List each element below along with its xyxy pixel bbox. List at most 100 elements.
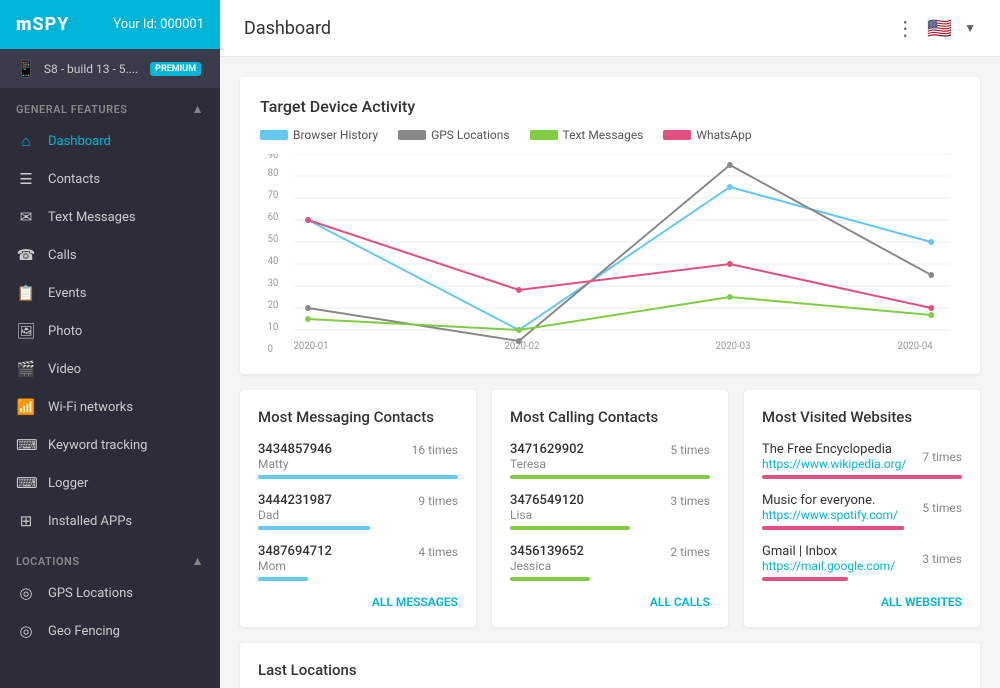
- sidebar-item-label: Installed APPs: [48, 514, 132, 529]
- sidebar-item-events[interactable]: 📋 Events: [0, 274, 220, 312]
- svg-text:0: 0: [268, 344, 273, 354]
- sidebar-item-dashboard[interactable]: ⌂ Dashboard: [0, 122, 220, 160]
- website-meta: Gmail | Inbox https://mail.google.com/ 3…: [762, 544, 962, 573]
- chart-area: 0 10 20 30 40 50 60 70 80 90: [260, 154, 960, 354]
- sidebar-item-calls[interactable]: ☎ Calls: [0, 236, 220, 274]
- progress-bar: [258, 526, 370, 530]
- contact-count: 2 times: [670, 545, 710, 559]
- contact-meta: 3456139652 2 times: [510, 544, 710, 559]
- all-websites-link[interactable]: ALL WEBSITES: [762, 595, 962, 609]
- progress-bar: [258, 475, 458, 479]
- sidebar-item-gps[interactable]: ◎ GPS Locations: [0, 574, 220, 612]
- contact-item: 3487694712 4 times Mom: [258, 544, 458, 581]
- language-dropdown-icon[interactable]: ▼: [964, 21, 976, 35]
- chart-title: Target Device Activity: [260, 97, 960, 116]
- sidebar-item-text-messages[interactable]: ✉ Text Messages: [0, 198, 220, 236]
- contact-name: Matty: [258, 457, 458, 471]
- svg-text:20: 20: [268, 300, 279, 311]
- svg-text:2020-01: 2020-01: [294, 341, 329, 352]
- contact-number: 3487694712: [258, 544, 332, 559]
- sidebar-item-label: Events: [48, 286, 86, 301]
- contact-number: 3471629902: [510, 442, 584, 457]
- logo: mSPY: [16, 14, 69, 35]
- sidebar-item-logger[interactable]: ⌨ Logger: [0, 464, 220, 502]
- contact-count: 3 times: [670, 494, 710, 508]
- sidebar-item-contacts[interactable]: ☰ Contacts: [0, 160, 220, 198]
- contact-name: Mom: [258, 559, 458, 573]
- sidebar-item-label: Geo Fencing: [48, 624, 120, 639]
- messaging-card-title: Most Messaging Contacts: [258, 408, 458, 426]
- home-icon: ⌂: [16, 132, 36, 150]
- chart-legend: Browser History GPS Locations Text Messa…: [260, 128, 960, 142]
- svg-text:70: 70: [268, 190, 279, 201]
- apps-icon: ⊞: [16, 512, 36, 530]
- sidebar-item-geo-fencing[interactable]: ◎ Geo Fencing: [0, 612, 220, 650]
- all-calls-link[interactable]: ALL CALLS: [510, 595, 710, 609]
- topbar: Dashboard ⋮ 🇺🇸 ▼: [220, 0, 1000, 57]
- contact-item: 3434857946 16 times Matty: [258, 442, 458, 479]
- svg-text:2020-03: 2020-03: [715, 341, 750, 352]
- legend-whatsapp: WhatsApp: [663, 128, 751, 142]
- all-messages-link[interactable]: ALL MESSAGES: [258, 595, 458, 609]
- sidebar-item-photo[interactable]: 🖼 Photo: [0, 312, 220, 350]
- main: Dashboard ⋮ 🇺🇸 ▼ Target Device Activity …: [220, 0, 1000, 688]
- sidebar-item-label: Keyword tracking: [48, 438, 148, 453]
- contact-number: 3476549120: [510, 493, 584, 508]
- legend-label-whatsapp: WhatsApp: [696, 128, 751, 142]
- contacts-icon: ☰: [16, 170, 36, 188]
- locations-label: LOCATIONS ▲: [0, 540, 220, 574]
- last-locations-card: Last Locations: [240, 643, 980, 688]
- website-title: Gmail | Inbox: [762, 544, 895, 559]
- contact-item: 3444231987 9 times Dad: [258, 493, 458, 530]
- most-messaging-card: Most Messaging Contacts 3434857946 16 ti…: [240, 390, 476, 627]
- most-visited-card: Most Visited Websites The Free Encyclope…: [744, 390, 980, 627]
- contact-count: 9 times: [418, 494, 458, 508]
- user-id: Your Id: 000001: [113, 17, 204, 32]
- svg-text:80: 80: [268, 168, 279, 179]
- sidebar-item-keyword-tracking[interactable]: ⌨ Keyword tracking: [0, 426, 220, 464]
- legend-gps: GPS Locations: [398, 128, 509, 142]
- contact-item: 3456139652 2 times Jessica: [510, 544, 710, 581]
- sidebar-item-label: Calls: [48, 248, 77, 263]
- svg-text:2020-02: 2020-02: [505, 341, 540, 352]
- content-area: Target Device Activity Browser History G…: [220, 57, 1000, 688]
- device-name: S8 - build 13 - 5....: [44, 62, 138, 76]
- website-meta: The Free Encyclopedia https://www.wikipe…: [762, 442, 962, 471]
- chevron-up-icon: ▲: [192, 102, 204, 116]
- sidebar-item-label: Contacts: [48, 172, 100, 187]
- website-meta: Music for everyone. https://www.spotify.…: [762, 493, 962, 522]
- logger-icon: ⌨: [16, 474, 36, 492]
- svg-text:2020-04: 2020-04: [898, 341, 933, 352]
- more-options-button[interactable]: ⋮: [895, 16, 915, 40]
- video-icon: 🎬: [16, 360, 36, 378]
- sidebar-item-label: Dashboard: [48, 134, 111, 149]
- contact-name: Teresa: [510, 457, 710, 471]
- sidebar-item-wifi[interactable]: 📶 Wi-Fi networks: [0, 388, 220, 426]
- progress-bar: [510, 577, 590, 581]
- legend-color-text: [530, 130, 558, 140]
- sidebar-item-label: Photo: [48, 324, 82, 339]
- language-flag[interactable]: 🇺🇸: [927, 16, 952, 40]
- stats-cards-row: Most Messaging Contacts 3434857946 16 ti…: [240, 390, 980, 627]
- svg-text:10: 10: [268, 322, 279, 333]
- sidebar-item-video[interactable]: 🎬 Video: [0, 350, 220, 388]
- legend-label-gps: GPS Locations: [431, 128, 509, 142]
- sidebar-item-installed-apps[interactable]: ⊞ Installed APPs: [0, 502, 220, 540]
- legend-label-browser: Browser History: [293, 128, 378, 142]
- activity-chart-card: Target Device Activity Browser History G…: [240, 77, 980, 374]
- calling-card-title: Most Calling Contacts: [510, 408, 710, 426]
- phone-icon: ☎: [16, 246, 36, 264]
- website-title: Music for everyone.: [762, 493, 898, 508]
- contact-meta: 3471629902 5 times: [510, 442, 710, 457]
- general-features-label: GENERAL FEATURES ▲: [0, 88, 220, 122]
- sidebar: mSPY Your Id: 000001 📱 S8 - build 13 - 5…: [0, 0, 220, 688]
- contact-item: 3476549120 3 times Lisa: [510, 493, 710, 530]
- contact-meta: 3476549120 3 times: [510, 493, 710, 508]
- contact-meta: 3434857946 16 times: [258, 442, 458, 457]
- website-bar: [762, 475, 962, 479]
- photo-icon: 🖼: [16, 322, 36, 340]
- wifi-icon: 📶: [16, 398, 36, 416]
- geo-icon: ◎: [16, 622, 36, 640]
- sidebar-header: mSPY Your Id: 000001: [0, 0, 220, 49]
- website-title: The Free Encyclopedia: [762, 442, 906, 457]
